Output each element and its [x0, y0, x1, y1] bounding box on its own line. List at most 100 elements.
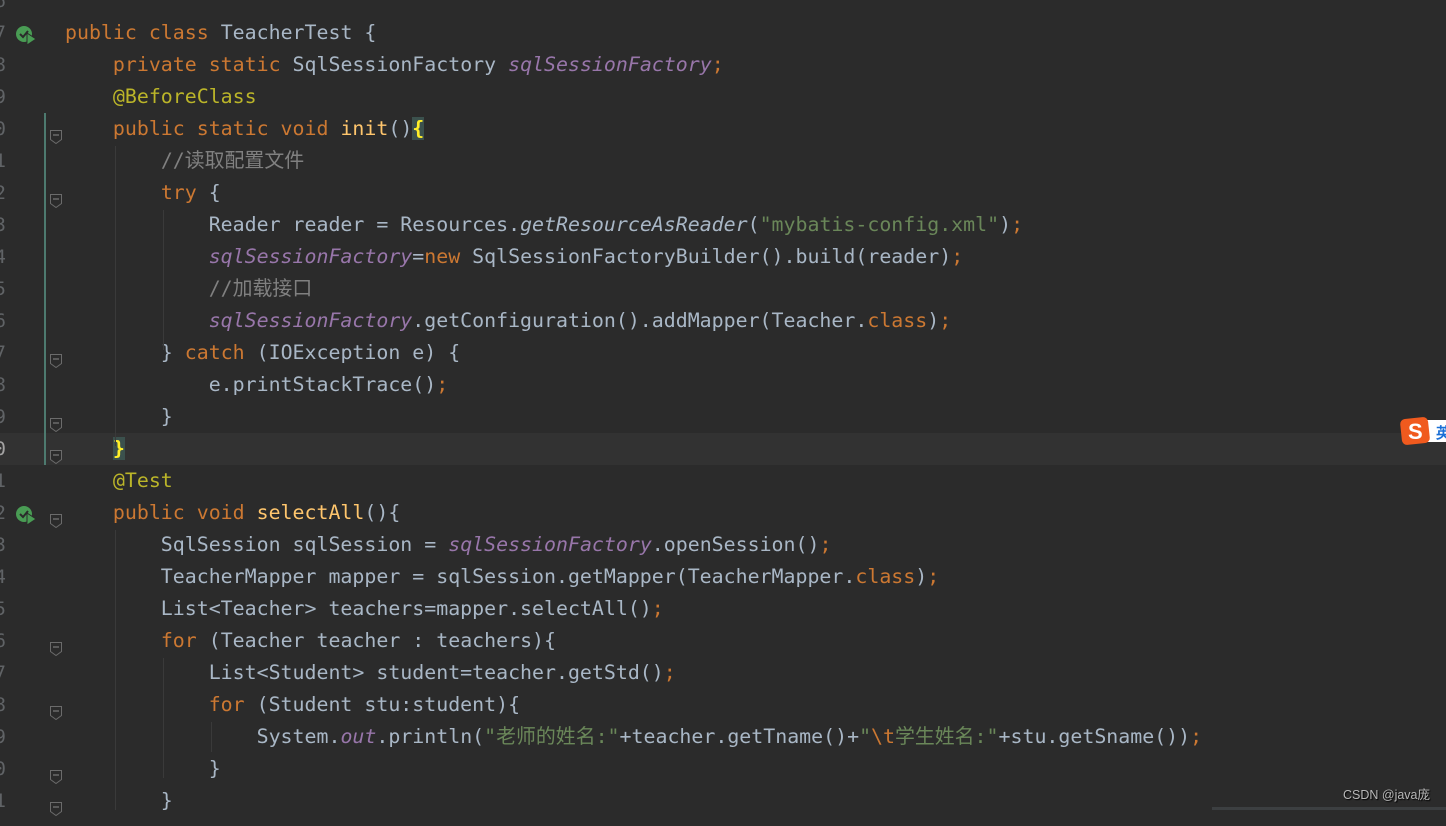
code-token: //读取配置文件 [160, 149, 305, 172]
line-number: 5 [0, 598, 6, 620]
code-token: (){ [364, 501, 401, 524]
line-number: 8 [0, 54, 6, 76]
code-line[interactable]: 6 sqlSessionFactory.getConfiguration().a… [0, 305, 1446, 337]
code-token: e.printStackTrace() [65, 373, 437, 396]
code-token: ; [927, 565, 940, 588]
code-line[interactable]: 8 for (Student stu:student){ [0, 689, 1446, 721]
fold-toggle-icon[interactable] [50, 698, 62, 721]
fold-toggle-icon[interactable] [50, 634, 62, 657]
code-line[interactable]: 0 } [0, 433, 1446, 465]
code-line[interactable]: 8 private static SqlSessionFactory sqlSe… [0, 49, 1446, 81]
code-token: class [867, 309, 928, 332]
code-line[interactable]: 0 } [0, 753, 1446, 785]
code-token: sqlSessionFactory [448, 533, 652, 556]
fold-toggle-icon[interactable] [50, 346, 62, 369]
fold-toggle-icon[interactable] [50, 506, 62, 529]
code-token: new [424, 245, 473, 268]
code-token: .getConfiguration().addMapper(Teacher. [412, 309, 868, 332]
fold-toggle-icon[interactable] [50, 442, 62, 465]
code-line[interactable]: 7 List<Student> student=teacher.getStd()… [0, 657, 1446, 689]
line-number: 0 [0, 758, 6, 780]
watermark: CSDN @java庞 [1342, 788, 1430, 802]
fold-toggle-icon[interactable] [50, 762, 62, 785]
code-token: class [855, 565, 916, 588]
code-line[interactable]: 9 System.out.println("老师的姓名:"+teacher.ge… [0, 721, 1446, 753]
code-token: public static void [112, 117, 341, 140]
code-token: out [340, 725, 377, 748]
code-text: try { [65, 177, 221, 209]
code-token: ; [819, 533, 832, 556]
code-token: public class [65, 21, 221, 44]
code-token: sqlSessionFactory [508, 53, 712, 76]
code-token: ) [999, 213, 1012, 236]
code-line[interactable]: 9 @BeforeClass [0, 81, 1446, 113]
code-text: public class TeacherTest { [65, 17, 376, 49]
code-token: SqlSessionFactoryBuilder().build(reader) [472, 245, 952, 268]
code-line[interactable]: 1 } [0, 785, 1446, 817]
code-token: selectAll [256, 501, 365, 524]
code-line[interactable]: 2 try { [0, 177, 1446, 209]
line-number: 2 [0, 182, 6, 204]
line-number: 6 [0, 310, 6, 332]
code-line[interactable]: 7 } catch (IOException e) { [0, 337, 1446, 369]
code-token: +stu.getSname()) [998, 725, 1191, 748]
code-line[interactable]: 9 } [0, 401, 1446, 433]
code-token: ) [915, 565, 928, 588]
code-token: ; [711, 53, 724, 76]
code-line[interactable]: 4 sqlSessionFactory=new SqlSessionFactor… [0, 241, 1446, 273]
code-editor[interactable]: 6 7 public class TeacherTest {8 private st… [0, 0, 1446, 817]
code-line[interactable]: 3 Reader reader = Resources.getResourceA… [0, 209, 1446, 241]
code-text: for (Teacher teacher : teachers){ [65, 625, 556, 657]
code-line[interactable]: 2 public void selectAll(){ [0, 497, 1446, 529]
run-test-icon[interactable] [15, 23, 37, 46]
code-token: } [65, 341, 185, 364]
code-token: Reader reader = Resources. [65, 213, 521, 236]
line-number: 9 [0, 86, 6, 108]
fold-toggle-icon[interactable] [50, 186, 62, 209]
code-token: ; [1190, 725, 1203, 748]
vcs-change-marker [44, 113, 46, 465]
code-line[interactable]: 6 for (Teacher teacher : teachers){ [0, 625, 1446, 657]
code-token: (Teacher teacher : teachers){ [208, 629, 556, 652]
run-test-icon[interactable] [15, 503, 37, 526]
code-line[interactable]: 0 public static void init(){ [0, 113, 1446, 145]
indent-guide [163, 658, 164, 778]
code-line[interactable]: 5 //加载接口 [0, 273, 1446, 305]
code-text: public static void init(){ [65, 113, 425, 145]
code-line[interactable]: 3 SqlSession sqlSession = sqlSessionFact… [0, 529, 1446, 561]
fold-toggle-icon[interactable] [50, 410, 62, 433]
code-token: \t [871, 725, 895, 748]
code-token: for [160, 629, 209, 652]
code-line[interactable]: 7 public class TeacherTest { [0, 17, 1446, 49]
code-token: } [65, 789, 173, 812]
code-text: @BeforeClass [65, 81, 257, 113]
code-token: "mybatis-config.xml" [759, 213, 1000, 236]
code-line[interactable]: 8 e.printStackTrace(); [0, 369, 1446, 401]
sogou-ime-indicator[interactable]: S 英 [1399, 416, 1446, 446]
fold-toggle-icon[interactable] [50, 794, 62, 817]
code-token: private static [112, 53, 293, 76]
line-number: 9 [0, 726, 6, 748]
code-text: } [65, 401, 173, 433]
code-line[interactable]: 4 TeacherMapper mapper = sqlSession.getM… [0, 561, 1446, 593]
line-number: 3 [0, 534, 6, 556]
code-line[interactable]: 5 List<Teacher> teachers=mapper.selectAl… [0, 593, 1446, 625]
code-token: .println( [376, 725, 485, 748]
code-text: List<Student> student=teacher.getStd(); [65, 657, 676, 689]
code-text: } [65, 785, 173, 817]
code-token: " [859, 725, 872, 748]
code-token: TeacherTest { [220, 21, 377, 44]
line-number: 0 [0, 438, 6, 460]
code-token: List<Teacher> teachers=mapper.selectAll(… [65, 597, 652, 620]
fold-toggle-icon[interactable] [50, 122, 62, 145]
code-line[interactable]: 1 @Test [0, 465, 1446, 497]
code-line[interactable]: 6 [0, 0, 1446, 17]
code-line[interactable]: 1 //读取配置文件 [0, 145, 1446, 177]
code-token: sqlSessionFactory [208, 309, 413, 332]
code-token: for [208, 693, 257, 716]
code-text: @Test [65, 465, 173, 497]
